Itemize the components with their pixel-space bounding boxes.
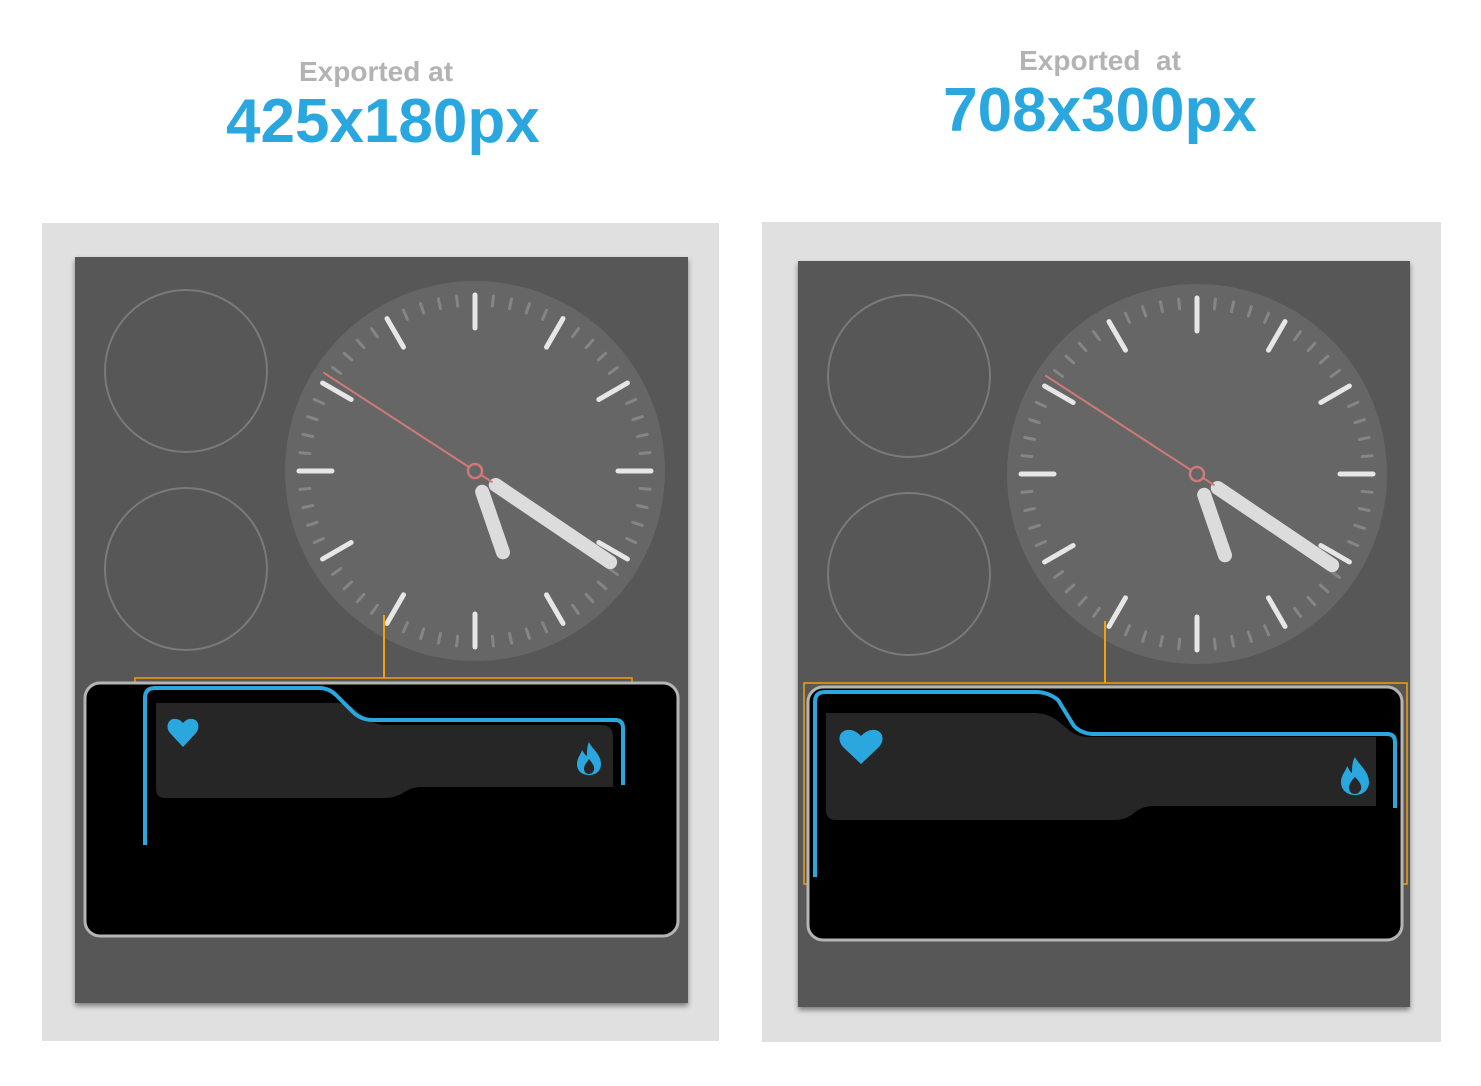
clock-center-cap <box>466 462 484 480</box>
minute-tick <box>1177 637 1182 651</box>
minute-tick <box>298 486 312 491</box>
minute-tick <box>1212 297 1217 311</box>
minute-tick <box>1360 489 1374 494</box>
device-screen-left <box>75 257 688 1003</box>
minute-tick <box>455 634 460 648</box>
minute-tick <box>635 504 649 510</box>
minute-tick <box>638 486 652 491</box>
minute-tick <box>1020 489 1034 494</box>
minute-tick <box>490 294 495 308</box>
preview-frame-right <box>762 222 1441 1042</box>
minute-tick <box>508 297 514 311</box>
minute-tick <box>638 451 652 456</box>
minute-tick <box>1158 300 1164 314</box>
minute-tick <box>301 504 315 510</box>
minute-tick <box>1020 454 1034 459</box>
clock-center-cap <box>1188 465 1206 483</box>
minute-tick <box>490 634 495 648</box>
complication-circle-top[interactable] <box>104 289 268 453</box>
export-heading-left: Exported at 425x180px <box>226 56 540 156</box>
preview-frame-left <box>42 223 719 1041</box>
minute-tick <box>635 432 649 438</box>
minute-tick <box>298 451 312 456</box>
export-heading-right: Exported at 708x300px <box>930 45 1270 145</box>
minute-tick <box>1360 454 1374 459</box>
minute-tick <box>1230 634 1236 648</box>
export-size-left: 425x180px <box>226 87 540 156</box>
minute-tick <box>1177 297 1182 311</box>
minute-tick <box>1357 435 1371 441</box>
minute-tick <box>436 297 442 311</box>
minute-tick <box>1023 435 1037 441</box>
export-subtitle-right: Exported at <box>1019 45 1181 76</box>
minute-tick <box>436 631 442 645</box>
minute-tick <box>1212 637 1217 651</box>
analog-clock <box>285 281 665 661</box>
minute-tick <box>508 631 514 645</box>
analog-clock <box>1007 284 1387 664</box>
minute-tick <box>1357 507 1371 513</box>
complication-circle-top[interactable] <box>827 294 991 458</box>
minute-tick <box>455 294 460 308</box>
minute-tick <box>1230 300 1236 314</box>
widget-panel[interactable] <box>806 685 1404 942</box>
device-screen-right <box>798 261 1410 1007</box>
minute-tick <box>1023 507 1037 513</box>
minute-tick <box>301 432 315 438</box>
export-subtitle-left: Exported at <box>298 56 454 87</box>
complication-circle-bottom[interactable] <box>104 487 268 651</box>
complication-circle-bottom[interactable] <box>827 492 991 656</box>
minute-tick <box>1158 634 1164 648</box>
export-size-right: 708x300px <box>943 76 1257 145</box>
